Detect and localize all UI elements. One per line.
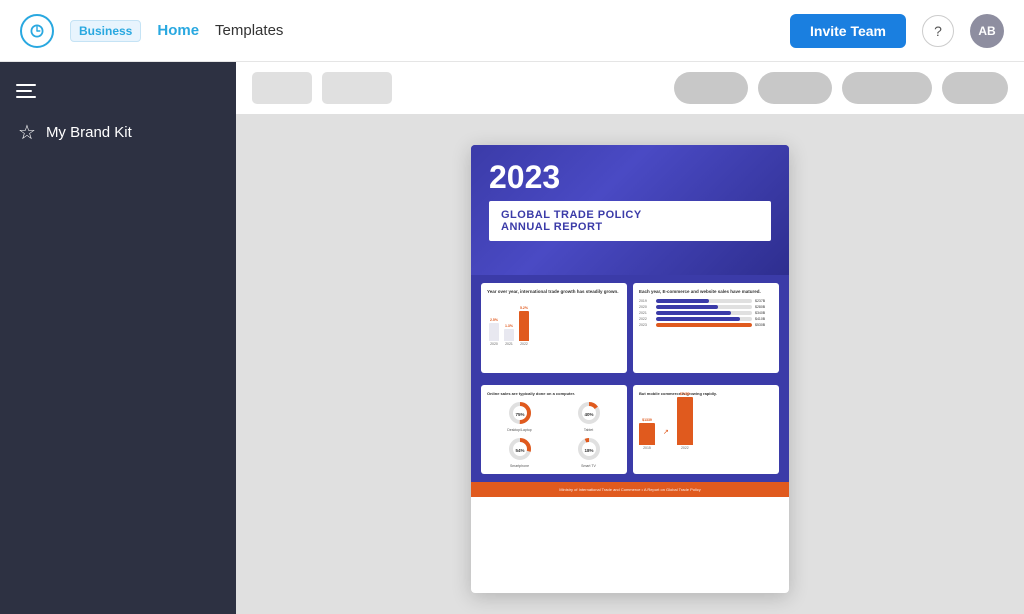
canvas-area: 2023 GLOBAL TRADE POLICY ANNUAL REPORT Y… [236,115,1024,614]
donut-desktop: 75% Desktop/Laptop [487,400,552,432]
report-card: 2023 GLOBAL TRADE POLICY ANNUAL REPORT Y… [471,145,789,593]
hbar-row-4: 2022 $410B [639,317,773,321]
sidebar: ☆ My Brand Kit [0,62,236,614]
hbar-row-1: 2019 $237B [639,299,773,303]
report-footer: Ministry of International Trade and Comm… [471,482,789,497]
content-area: 2023 GLOBAL TRADE POLICY ANNUAL REPORT Y… [236,62,1024,614]
help-button[interactable]: ? [922,15,954,47]
bar2-lbl-2: 2022 [681,446,689,450]
donut-smartphone: 54% Smartphone [487,436,552,468]
main-layout: ☆ My Brand Kit 2023 GLOBAL TRADE POLICY [0,62,1024,614]
bar2-val-1: $1339 [642,418,652,422]
donut-label-smarttv: Smart TV [581,464,596,468]
donut-label-smartphone: Smartphone [510,464,529,468]
hbar-chart: 2019 $237B 2020 $280B [639,299,773,327]
bar2-group-1: $1339 2015 [639,418,655,450]
header: Business Home Templates Invite Team ? AB [0,0,1024,62]
arrow-up-icon: ↗ [663,428,669,436]
donut-title: Online sales are typically done on a com… [487,391,621,396]
bar-1 [489,323,499,341]
bar-lbl-1: 2020 [490,342,498,346]
chart-1-title: Year over year, international trade grow… [487,289,621,295]
bar-val-2: 1.3% [505,324,513,328]
donut-svg-smartphone: 54% [507,436,533,462]
bar-chart-box-2: But mobile commerce is growing rapidly. … [633,385,779,474]
nav-home[interactable]: Home [157,22,199,39]
donut-tablet: 40% Tablet [556,400,621,432]
star-icon: ☆ [18,120,36,145]
donuts-grid: 75% Desktop/Laptop [487,400,621,468]
report-year: 2023 [489,161,771,193]
toolbar-btn-1[interactable] [252,72,312,104]
bar-lbl-2: 2021 [505,342,513,346]
brand-kit-label: My Brand Kit [46,124,132,141]
bar2-1 [639,423,655,445]
toolbar-pill-1[interactable] [674,72,748,104]
donut-chart-box: Online sales are typically done on a com… [481,385,627,474]
bar2-group-2: $7450 2022 [677,392,693,450]
bar-val-3: 5.2% [520,306,528,310]
toolbar-pill-2[interactable] [758,72,832,104]
bar2-2 [677,397,693,445]
hbar-chart-box: Each year, E-commerce and website sales … [633,283,779,373]
bar-group-2: 1.3% 2021 [504,324,514,346]
donut-label-desktop: Desktop/Laptop [507,428,532,432]
avatar[interactable]: AB [970,14,1004,48]
toolbar-pill-4[interactable] [942,72,1008,104]
sidebar-item-brand-kit[interactable]: ☆ My Brand Kit [0,108,236,157]
bar-val-1: 2.5% [490,318,498,322]
chart-2-title: Each year, E-commerce and website sales … [639,289,773,295]
hbar-row-2: 2020 $280B [639,305,773,309]
menu-icon[interactable] [0,74,44,108]
donut-svg-smarttv: 18% [576,436,602,462]
nav-templates[interactable]: Templates [215,22,283,39]
hbar-row-5: 2023 $530B [639,323,773,327]
svg-text:40%: 40% [584,412,593,417]
bar-chart-area: 2.5% 2020 1.3% 2021 [487,301,621,346]
bar-group-1: 2.5% 2020 [489,318,499,346]
svg-text:54%: 54% [515,448,524,453]
report-title-line1: GLOBAL TRADE POLICY [501,209,759,221]
svg-text:18%: 18% [584,448,593,453]
bar-3 [519,311,529,341]
toolbar-pill-3[interactable] [842,72,932,104]
bar2-val-2: $7450 [680,392,690,396]
bar-chart-2-title: But mobile commerce is growing rapidly. [639,391,773,396]
invite-team-button[interactable]: Invite Team [790,14,906,48]
bar-chart-box: Year over year, international trade grow… [481,283,627,373]
logo-icon [20,14,54,48]
toolbar [236,62,1024,115]
bar-chart-2-area: $1339 2015 ↗ $7450 2022 [639,400,773,450]
report-subtitle-box: GLOBAL TRADE POLICY ANNUAL REPORT [489,201,771,241]
svg-text:75%: 75% [515,412,524,417]
charts-row-2: Online sales are typically done on a com… [481,379,779,482]
hbar-row-3: 2021 $340B [639,311,773,315]
bar-2 [504,329,514,341]
donut-svg-tablet: 40% [576,400,602,426]
bar-group-3: 5.2% 2022 [519,306,529,346]
report-header: 2023 GLOBAL TRADE POLICY ANNUAL REPORT [471,145,789,275]
bar-lbl-3: 2022 [520,342,528,346]
report-body: Year over year, international trade grow… [471,275,789,497]
report-sections: Year over year, international trade grow… [471,275,789,482]
donut-svg-desktop: 75% [507,400,533,426]
business-badge[interactable]: Business [70,20,141,42]
charts-row-1: Year over year, international trade grow… [481,275,779,379]
toolbar-btn-2[interactable] [322,72,392,104]
bar2-lbl-1: 2015 [643,446,651,450]
donut-label-tablet: Tablet [584,428,593,432]
report-title-line2: ANNUAL REPORT [501,221,759,233]
donut-smarttv: 18% Smart TV [556,436,621,468]
